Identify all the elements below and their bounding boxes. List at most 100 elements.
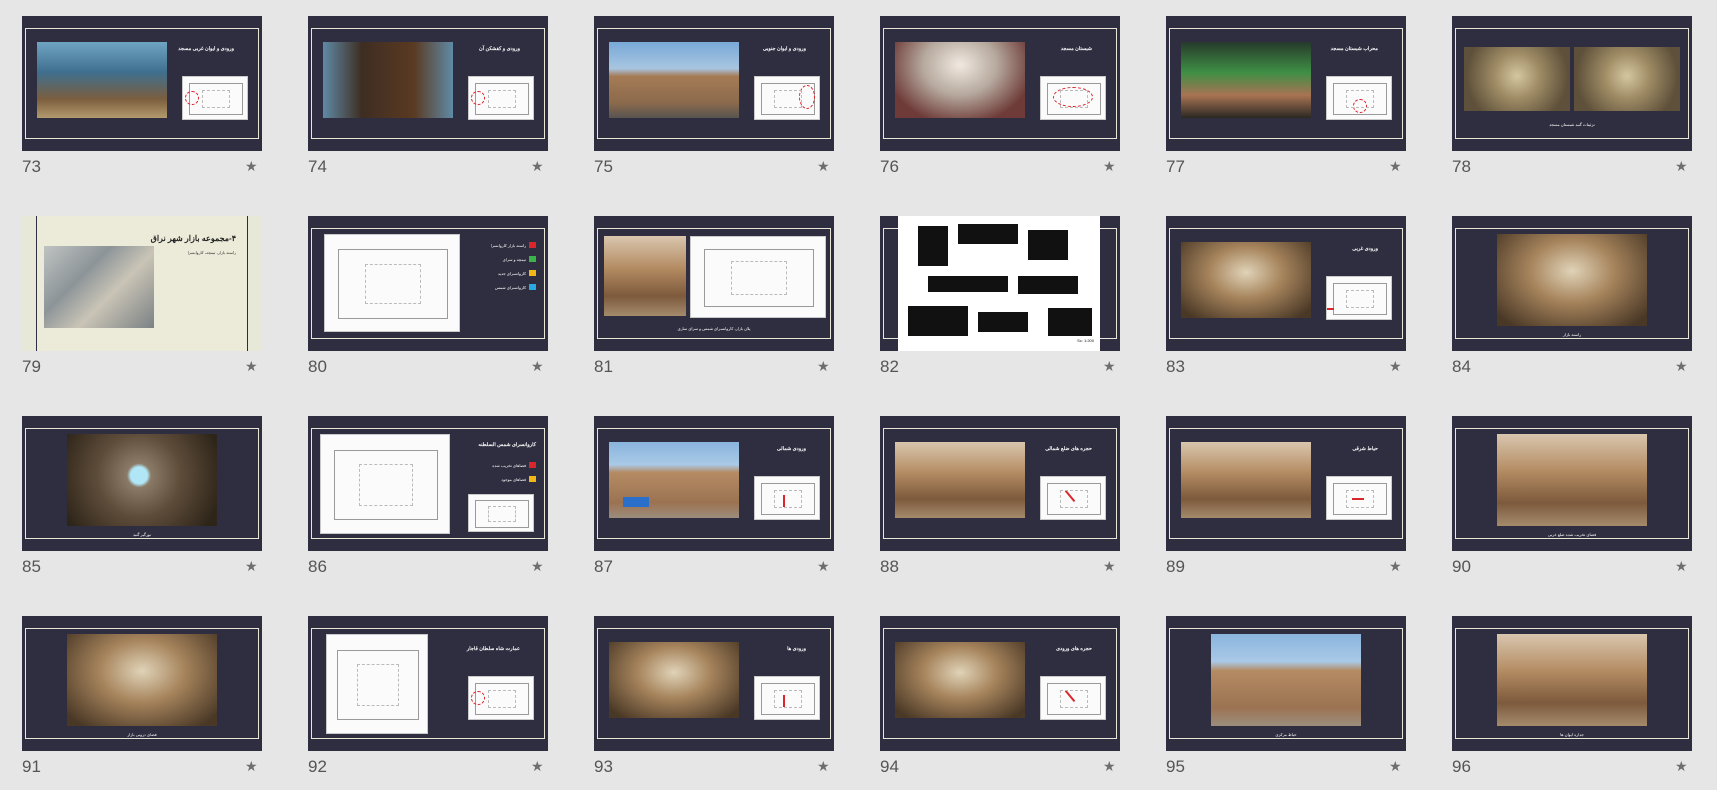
star-icon[interactable]: ★ <box>1103 758 1116 775</box>
model-photo <box>604 236 686 316</box>
star-icon[interactable]: ★ <box>1675 358 1688 375</box>
slide-thumbnail[interactable]: ورودی و کفشکن آن <box>308 16 548 151</box>
slide-number: 84 <box>1452 357 1471 376</box>
slide-cell: ورودی و کفشکن آن 74 ★ <box>286 0 548 190</box>
legend-item: راسته بازار کاروانسرا <box>491 242 536 248</box>
slide-thumbnail[interactable]: تزئینات گنبد شبستان مسجد <box>1452 16 1692 151</box>
key-plan <box>1040 676 1106 720</box>
slide-number: 90 <box>1452 557 1471 576</box>
slide-thumbnail[interactable]: محراب شبستان مسجد <box>1166 16 1406 151</box>
slide-thumbnail[interactable]: جداره ایوان ها <box>1452 616 1692 751</box>
slide-thumbnail[interactable]: عمارت شاه سلطان قاجار <box>308 616 548 751</box>
slide-photo <box>1574 47 1680 111</box>
star-icon[interactable]: ★ <box>531 358 544 375</box>
slide-thumbnail[interactable]: Sc: 1:200 <box>880 216 1120 351</box>
slide-thumbnail[interactable]: ورودی ها <box>594 616 834 751</box>
slide-thumbnail[interactable]: حجره های ضلع شمالی <box>880 416 1120 551</box>
star-icon[interactable]: ★ <box>1389 158 1402 175</box>
star-icon[interactable]: ★ <box>1675 158 1688 175</box>
key-plan <box>754 476 820 520</box>
slide-title: شبستان مسجد <box>1060 46 1092 52</box>
slide-thumbnail[interactable]: ورودی شمالی <box>594 416 834 551</box>
slide-cell: ورودی و ایوان جنوبی 75 ★ <box>572 0 834 190</box>
star-icon[interactable]: ★ <box>245 358 258 375</box>
slide-number: 80 <box>308 357 327 376</box>
direction-arrow <box>1064 489 1076 503</box>
slide-thumbnail[interactable]: راسته بازار کاروانسرا تیمچه و سرای کاروانس… <box>308 216 548 351</box>
star-icon[interactable]: ★ <box>531 158 544 175</box>
slide-cell: نورگیر گنبد 85 ★ <box>0 400 262 590</box>
star-icon[interactable]: ★ <box>531 758 544 775</box>
star-icon[interactable]: ★ <box>245 758 258 775</box>
star-icon[interactable]: ★ <box>1103 358 1116 375</box>
highlight-ring <box>1053 87 1093 107</box>
slide-thumbnail[interactable]: شبستان مسجد <box>880 16 1120 151</box>
legend-swatch <box>529 284 536 290</box>
slide-title: ورودی غربی <box>1352 246 1378 252</box>
slide-title: حجره های ضلع شمالی <box>1045 446 1092 452</box>
slide-title: محراب شبستان مسجد <box>1330 46 1378 52</box>
slide-thumbnail[interactable]: ورودی و ایوان غربی مسجد <box>22 16 262 151</box>
slide-number: 82 <box>880 357 899 376</box>
slide-thumbnail[interactable]: فضای تخریب شده ضلع غربی <box>1452 416 1692 551</box>
slide-thumbnail[interactable]: حیاط مرکزی <box>1166 616 1406 751</box>
star-icon[interactable]: ★ <box>1675 558 1688 575</box>
key-plan <box>1040 76 1106 120</box>
slide-caption: راسته بازار، تیمچه، کاروانسرا <box>187 250 236 255</box>
slide-thumbnail[interactable]: کاروانسرای شمس السلطنه فضاهای تخریب شده فض… <box>308 416 548 551</box>
slide-caption: فضای درونی بازار <box>127 732 157 737</box>
slide-thumbnail[interactable]: پلان بازار، کاروانسرای شمس و سرای ساری <box>594 216 834 351</box>
star-icon[interactable]: ★ <box>1389 358 1402 375</box>
slide-cell: ورودی غربی 83 ★ <box>1144 200 1406 390</box>
slide-cell: ورودی ها 93 ★ <box>572 600 834 790</box>
slide-cell: محراب شبستان مسجد 77 ★ <box>1144 0 1406 190</box>
slide-thumbnail[interactable]: راسته بازار <box>1452 216 1692 351</box>
star-icon[interactable]: ★ <box>245 158 258 175</box>
slide-photo <box>1497 634 1647 726</box>
slide-photo <box>1497 234 1647 326</box>
slide-cell: Sc: 1:200 82 ★ <box>858 200 1120 390</box>
slide-sorter-grid: ورودی و ایوان غربی مسجد 73 ★ ورودی و کفشکن … <box>0 0 1717 787</box>
highlight-ring <box>185 91 199 105</box>
slide-cell: حیاط مرکزی 95 ★ <box>1144 600 1406 790</box>
slide-title: ۴-مجموعه بازار شهر نراق <box>150 234 236 243</box>
slide-photo <box>1497 434 1647 526</box>
star-icon[interactable]: ★ <box>817 358 830 375</box>
slide-number: 81 <box>594 357 613 376</box>
slide-thumbnail[interactable]: ورودی و ایوان جنوبی <box>594 16 834 151</box>
slide-caption: پلان بازار، کاروانسرای شمس و سرای ساری <box>677 326 751 331</box>
wall-block <box>908 306 968 336</box>
slide-cell: پلان بازار، کاروانسرای شمس و سرای ساری 81… <box>572 200 834 390</box>
slide-photo <box>67 434 217 526</box>
star-icon[interactable]: ★ <box>817 158 830 175</box>
star-icon[interactable]: ★ <box>1675 758 1688 775</box>
floor-plan <box>690 236 826 318</box>
key-plan <box>182 76 248 120</box>
slide-photo <box>895 442 1025 518</box>
slide-number: 79 <box>22 357 41 376</box>
slide-cell: راسته بازار 84 ★ <box>1430 200 1692 390</box>
slide-thumbnail[interactable]: فضای درونی بازار <box>22 616 262 751</box>
slide-photo <box>1181 242 1311 318</box>
slide-cell: شبستان مسجد 76 ★ <box>858 0 1120 190</box>
star-icon[interactable]: ★ <box>531 558 544 575</box>
star-icon[interactable]: ★ <box>817 758 830 775</box>
slide-cell: راسته بازار کاروانسرا تیمچه و سرای کاروانس… <box>286 200 548 390</box>
star-icon[interactable]: ★ <box>1389 558 1402 575</box>
slide-thumbnail[interactable]: نورگیر گنبد <box>22 416 262 551</box>
wall-block <box>958 224 1018 244</box>
slide-caption: راسته بازار <box>1562 332 1582 337</box>
wall-block <box>918 226 948 266</box>
direction-arrow <box>1352 498 1364 500</box>
star-icon[interactable]: ★ <box>1103 558 1116 575</box>
floor-plan <box>320 434 450 534</box>
star-icon[interactable]: ★ <box>1389 758 1402 775</box>
slide-thumbnail[interactable]: حجره های ورودی <box>880 616 1120 751</box>
star-icon[interactable]: ★ <box>817 558 830 575</box>
slide-thumbnail[interactable]: ۴-مجموعه بازار شهر نراق راسته بازار، تیمچ… <box>22 216 262 351</box>
slide-thumbnail[interactable]: ورودی غربی <box>1166 216 1406 351</box>
star-icon[interactable]: ★ <box>245 558 258 575</box>
legend-label: فضاهای تخریب شده <box>492 462 526 468</box>
star-icon[interactable]: ★ <box>1103 158 1116 175</box>
slide-thumbnail[interactable]: حیاط شرقی <box>1166 416 1406 551</box>
